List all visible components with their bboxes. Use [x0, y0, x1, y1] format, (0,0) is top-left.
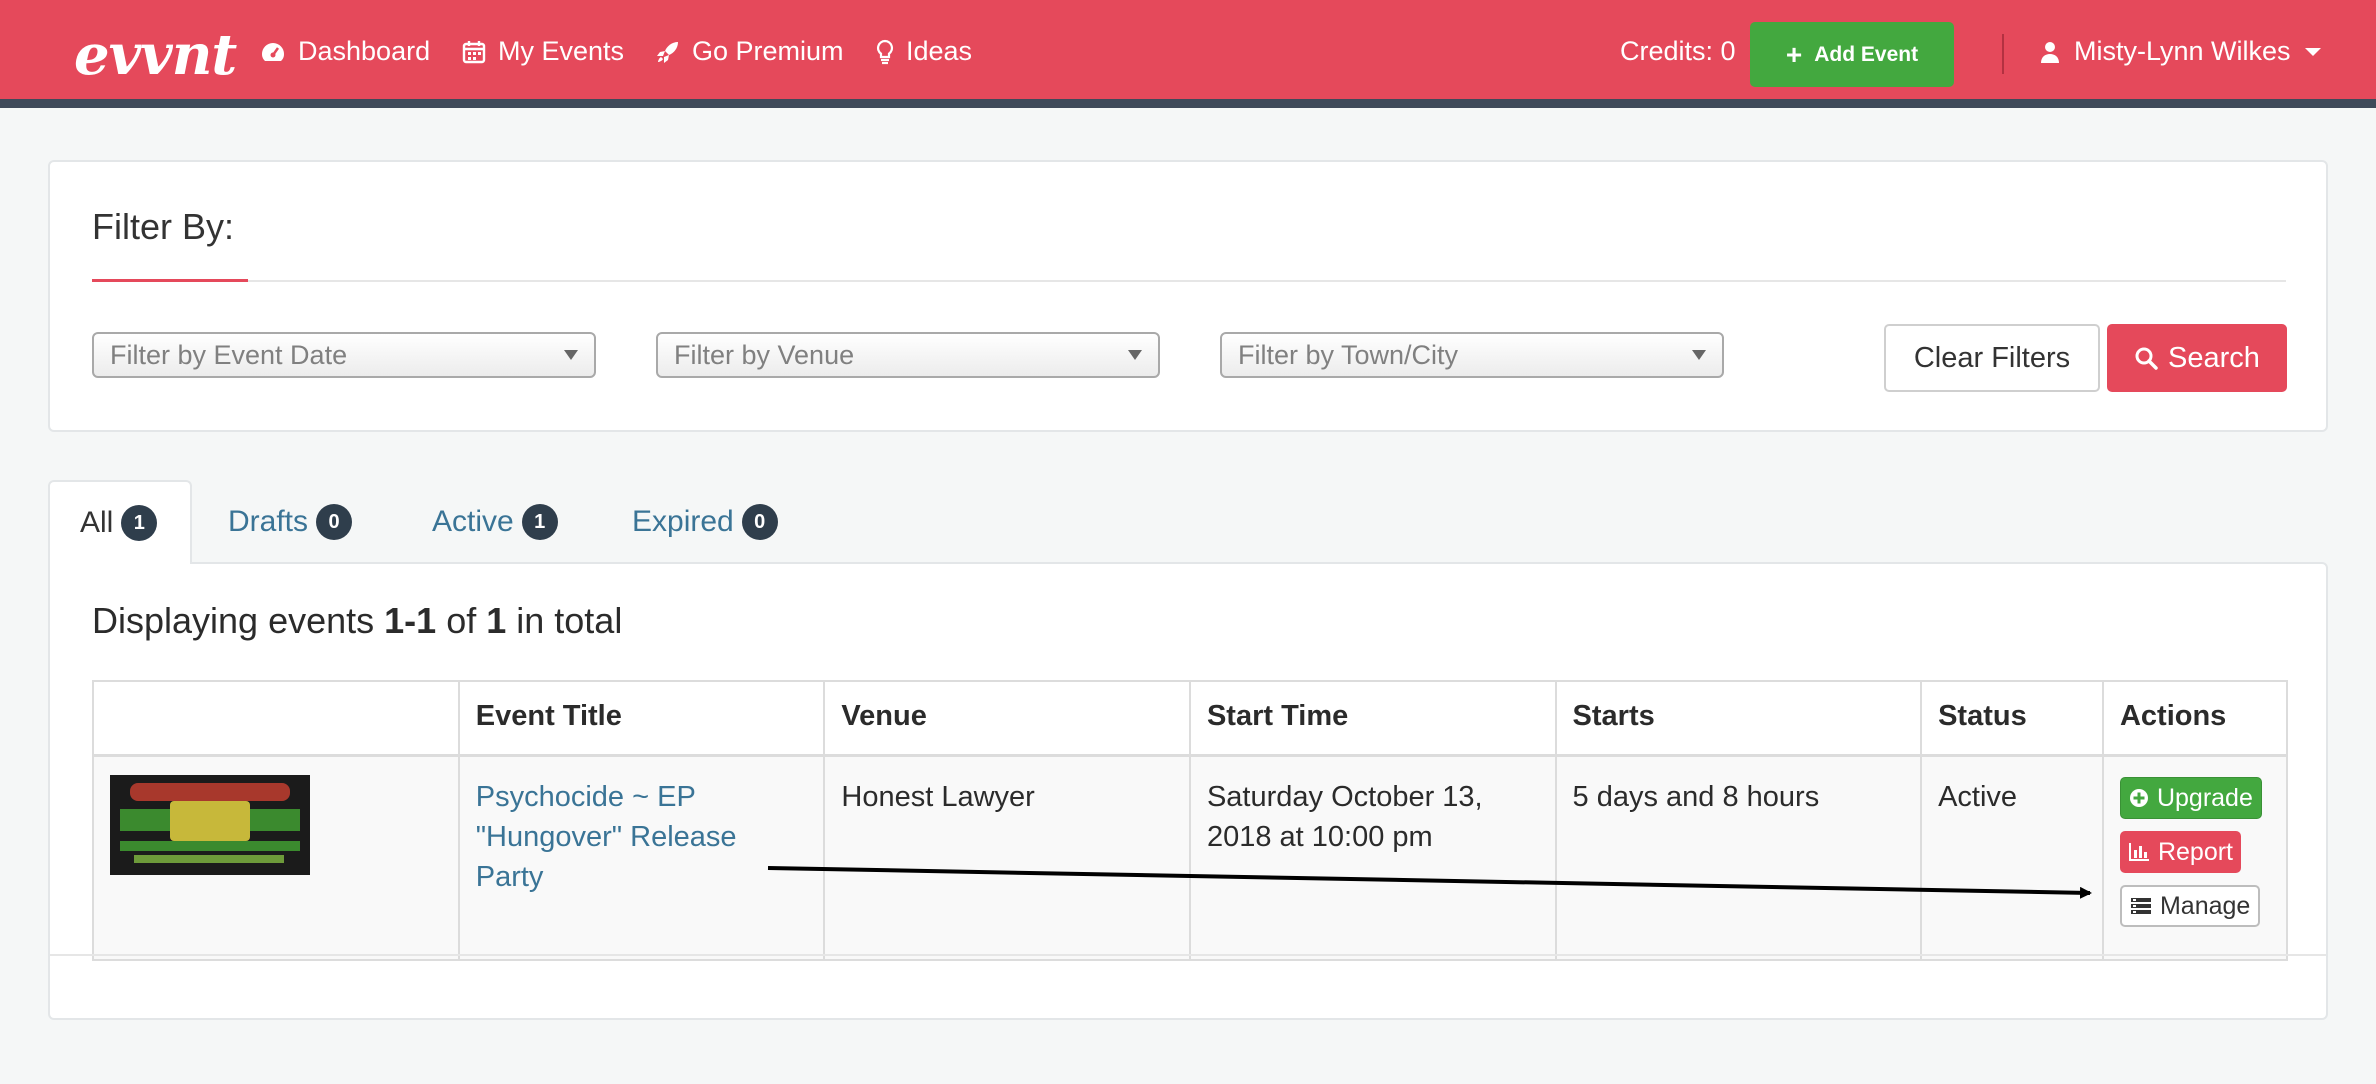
nav-my-events-label: My Events	[498, 36, 625, 66]
event-title-link[interactable]: Psychocide ~ EP "Hungover" Release Party	[476, 781, 737, 893]
brand-logo[interactable]: evvnt	[74, 22, 237, 88]
nav-go-premium[interactable]: Go Premium	[656, 36, 844, 67]
tab-active[interactable]: Active 1	[432, 480, 558, 564]
event-venue: Honest Lawyer	[823, 754, 1191, 961]
lightbulb-icon	[876, 39, 894, 64]
tab-drafts-count: 0	[316, 504, 353, 540]
events-count-prefix: Displaying events	[92, 600, 385, 641]
search-label: Search	[2168, 341, 2260, 374]
tab-expired-label: Expired	[632, 505, 734, 538]
upgrade-label: Upgrade	[2156, 783, 2253, 812]
column-header-event-title: Event Title	[457, 680, 826, 757]
rocket-icon	[657, 41, 678, 63]
events-table: Event Title Venue Start Time Starts Stat…	[92, 680, 2289, 961]
clear-filters-button[interactable]: Clear Filters	[1884, 324, 2100, 392]
tab-all[interactable]: All 1	[48, 480, 192, 564]
events-count-of: of	[436, 600, 487, 641]
event-thumbnail-cell	[92, 754, 460, 961]
event-date-filter[interactable]: Filter by Event Date	[92, 332, 596, 378]
plus-circle-icon	[2129, 788, 2148, 807]
report-label: Report	[2157, 837, 2234, 866]
report-button[interactable]: Report	[2119, 830, 2242, 873]
column-header-status: Status	[1920, 680, 2104, 757]
filter-panel: Filter By: Filter by Event Date Filter b…	[48, 160, 2328, 432]
event-title-cell: Psychocide ~ EP "Hungover" Release Party	[457, 754, 826, 961]
bar-chart-icon	[2128, 842, 2149, 861]
search-button[interactable]: Search	[2107, 324, 2287, 392]
dashboard-icon	[262, 42, 284, 61]
nav-ideas[interactable]: Ideas	[876, 36, 972, 67]
event-thumbnail[interactable]	[110, 774, 310, 875]
town-filter[interactable]: Filter by Town/City	[1220, 332, 1724, 378]
upgrade-button[interactable]: Upgrade	[2119, 776, 2262, 819]
dropdown-arrow-icon	[564, 350, 578, 360]
credits-count: Credits: 0	[1620, 36, 1736, 66]
tab-active-label: Active	[432, 505, 514, 538]
list-icon	[2130, 897, 2151, 914]
top-navbar: evvnt Dashboard My Events Go Premium Ide…	[0, 0, 2376, 108]
dropdown-arrow-icon	[1128, 350, 1142, 360]
column-header-starts: Starts	[1554, 680, 1923, 757]
add-event-button[interactable]: + Add Event	[1750, 22, 1954, 87]
event-actions-cell: Upgrade Report Manage	[2101, 754, 2289, 961]
tab-all-count: 1	[121, 505, 158, 541]
events-count-text: Displaying events 1-1 of 1 in total	[92, 600, 622, 642]
user-icon	[2041, 41, 2059, 63]
manage-button[interactable]: Manage	[2119, 884, 2261, 927]
events-count-total: 1	[486, 600, 507, 641]
nav-dashboard[interactable]: Dashboard	[260, 36, 430, 67]
events-count-range: 1-1	[384, 600, 437, 641]
tab-drafts-label: Drafts	[228, 505, 309, 538]
column-header-image	[92, 680, 460, 757]
tab-active-count: 1	[521, 504, 558, 540]
event-date-filter-placeholder: Filter by Event Date	[110, 339, 348, 370]
calendar-icon	[462, 40, 486, 63]
tab-expired[interactable]: Expired 0	[632, 480, 778, 564]
event-status: Active	[1920, 754, 2104, 961]
event-starts-in: 5 days and 8 hours	[1554, 754, 1923, 961]
table-row: Psychocide ~ EP "Hungover" Release Party…	[92, 754, 2289, 961]
filter-divider	[92, 280, 2286, 282]
nav-my-events[interactable]: My Events	[462, 36, 624, 67]
nav-dashboard-label: Dashboard	[298, 36, 431, 66]
panel-footer-divider	[50, 954, 2326, 956]
event-start-time: Saturday October 13, 2018 at 10:00 pm	[1188, 754, 1557, 961]
venue-filter[interactable]: Filter by Venue	[656, 332, 1160, 378]
nav-go-premium-label: Go Premium	[692, 36, 844, 66]
town-filter-placeholder: Filter by Town/City	[1238, 339, 1459, 370]
column-header-venue: Venue	[823, 680, 1191, 757]
filter-divider-accent	[92, 279, 248, 282]
search-icon	[2135, 347, 2158, 370]
nav-ideas-label: Ideas	[906, 36, 973, 66]
column-header-actions: Actions	[2101, 680, 2289, 757]
tab-drafts[interactable]: Drafts 0	[228, 480, 353, 564]
chevron-down-icon	[2304, 47, 2321, 56]
add-event-label: Add Event	[1814, 42, 1919, 66]
events-panel: Displaying events 1-1 of 1 in total Even…	[48, 562, 2328, 1020]
nav-divider	[2002, 34, 2004, 74]
filter-title: Filter By:	[92, 206, 235, 247]
table-header-row: Event Title Venue Start Time Starts Stat…	[92, 680, 2289, 757]
venue-filter-placeholder: Filter by Venue	[674, 339, 855, 370]
events-count-suffix: in total	[506, 600, 623, 641]
tab-expired-count: 0	[741, 504, 778, 540]
user-menu[interactable]: Misty-Lynn Wilkes	[2040, 36, 2321, 67]
manage-label: Manage	[2159, 891, 2251, 920]
dropdown-arrow-icon	[1692, 350, 1706, 360]
column-header-start-time: Start Time	[1188, 680, 1557, 757]
tab-all-label: All	[80, 506, 114, 539]
user-name: Misty-Lynn Wilkes	[2074, 36, 2291, 66]
plus-icon: +	[1785, 38, 1803, 70]
